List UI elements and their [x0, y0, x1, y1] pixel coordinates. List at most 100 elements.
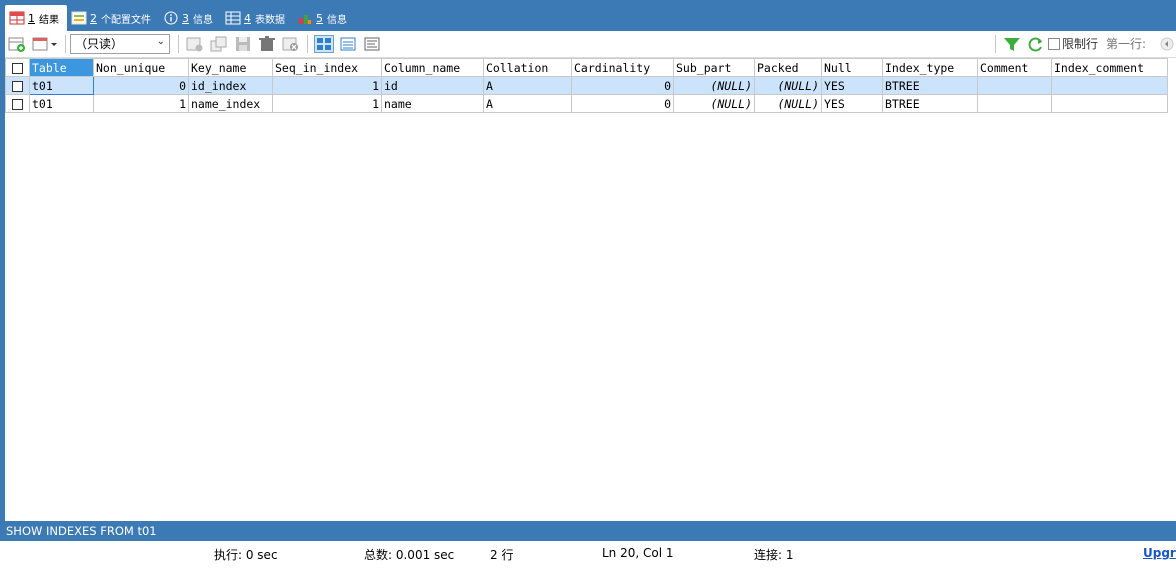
table-result-icon [9, 11, 25, 25]
tab-result[interactable]: 1 结果 [5, 5, 67, 31]
grid-options-button[interactable] [31, 35, 59, 53]
tab-label: 结果 [39, 14, 59, 26]
row-checkbox[interactable] [12, 80, 23, 92]
select-value: （只读） [75, 37, 124, 51]
tab-number: 2 [90, 11, 97, 25]
column-header-seq-in-index[interactable]: Seq_in_index [272, 58, 382, 77]
table-row[interactable]: t01 0 id_index 1 id A 0 (NULL) (NULL) YE… [5, 76, 1168, 95]
tab-label: 信息 [327, 14, 347, 26]
table-cell[interactable]: name [381, 94, 484, 113]
cancel-changes-button[interactable] [281, 35, 301, 53]
table-cell[interactable] [1051, 94, 1168, 113]
text-view-icon [364, 37, 380, 50]
column-header-column-name[interactable]: Column_name [381, 58, 484, 77]
table-cell[interactable]: 0 [571, 94, 674, 113]
insert-row-icon [186, 37, 203, 51]
tab-table-data[interactable]: 4 表数据 [221, 5, 293, 31]
table-cell[interactable]: 0 [571, 76, 674, 95]
table-cell[interactable] [977, 76, 1052, 95]
table-cell[interactable]: BTREE [882, 76, 978, 95]
cancel-icon [282, 37, 298, 51]
table-cell[interactable]: YES [821, 94, 883, 113]
row-checkbox[interactable] [12, 98, 23, 110]
table-cell[interactable]: 0 [93, 76, 189, 95]
toolbar-right: 限制行 第一行: [991, 31, 1176, 56]
table-cell[interactable]: YES [821, 76, 883, 95]
table-cell[interactable]: (NULL) [754, 94, 822, 113]
save-button[interactable] [233, 35, 253, 53]
column-header-cardinality[interactable]: Cardinality [571, 58, 674, 77]
filter-button[interactable] [1002, 35, 1022, 53]
form-view-button[interactable] [338, 35, 358, 53]
table-cell[interactable]: (NULL) [673, 94, 755, 113]
read-only-mode-select[interactable]: （只读） ⌄ [70, 33, 170, 54]
table-cell[interactable]: id_index [188, 76, 273, 95]
query-text-bar: SHOW INDEXES FROM t01 [0, 521, 1176, 541]
table-cell[interactable] [977, 94, 1052, 113]
tab-number: 4 [244, 11, 251, 25]
column-header-key-name[interactable]: Key_name [188, 58, 273, 77]
column-header-table[interactable]: Table [29, 58, 94, 77]
table-cell[interactable]: 1 [272, 94, 382, 113]
profile-icon [71, 11, 87, 25]
tab-label: 信息 [193, 14, 213, 26]
column-header-index-type[interactable]: Index_type [882, 58, 978, 77]
select-all-checkbox[interactable] [12, 62, 23, 74]
table-cell[interactable]: t01 [29, 94, 94, 113]
tab-number: 3 [182, 11, 189, 25]
result-toolbar: （只读） ⌄ 限制行 第一行: [5, 31, 1176, 56]
row-checkbox-cell[interactable] [5, 76, 30, 95]
select-all-checkbox-cell[interactable] [5, 58, 30, 77]
add-row-icon [8, 37, 25, 52]
table-cell[interactable]: 1 [93, 94, 189, 113]
trash-icon [259, 35, 275, 51]
table-cell[interactable]: 1 [272, 76, 382, 95]
column-header-collation[interactable]: Collation [483, 58, 572, 77]
tab-label: 表数据 [255, 14, 285, 26]
delete-button[interactable] [257, 35, 277, 53]
table-row[interactable]: t01 1 name_index 1 name A 0 (NULL) (NULL… [5, 94, 1168, 113]
upgrade-link[interactable]: Upgr [1143, 546, 1176, 560]
previous-page-button[interactable] [1160, 35, 1174, 53]
add-row-button[interactable] [7, 35, 27, 53]
limit-rows-checkbox[interactable] [1047, 37, 1060, 50]
table-cell[interactable]: (NULL) [754, 76, 822, 95]
column-header-comment[interactable]: Comment [977, 58, 1052, 77]
row-checkbox-cell[interactable] [5, 94, 30, 113]
column-header-packed[interactable]: Packed [754, 58, 822, 77]
tab-profile[interactable]: 2 个配置文件 [67, 5, 159, 31]
table-cell[interactable]: name_index [188, 94, 273, 113]
duplicate-row-icon [210, 36, 227, 51]
table-cell[interactable]: BTREE [882, 94, 978, 113]
toolbar-separator [307, 34, 308, 53]
insert-row-button[interactable] [185, 35, 205, 53]
result-tabs: 1 结果 2 个配置文件 3 信息 4 表数据 5 信息 [5, 5, 355, 31]
column-header-null[interactable]: Null [821, 58, 883, 77]
filter-icon [1003, 37, 1020, 51]
info-icon [163, 11, 179, 25]
table-cell[interactable]: (NULL) [673, 76, 755, 95]
refresh-button[interactable] [1026, 35, 1046, 53]
tab-info[interactable]: 3 信息 [159, 5, 221, 31]
column-header-non-unique[interactable]: Non_unique [93, 58, 189, 77]
table-cell[interactable] [1051, 76, 1168, 95]
column-header-sub-part[interactable]: Sub_part [673, 58, 755, 77]
tab-number: 5 [316, 11, 323, 25]
table-cell[interactable]: A [483, 76, 572, 95]
refresh-icon [1028, 37, 1042, 51]
table-data-icon [225, 11, 241, 25]
query-text: SHOW INDEXES FROM t01 [6, 524, 157, 538]
toolbar-separator [178, 34, 179, 53]
column-header-index-comment[interactable]: Index_comment [1051, 58, 1168, 77]
grid-view-button[interactable] [314, 34, 334, 53]
table-cell[interactable]: A [483, 94, 572, 113]
duplicate-row-button[interactable] [209, 35, 229, 53]
cursor-position: Ln 20, Col 1 [602, 546, 674, 560]
result-grid: Table Non_unique Key_name Seq_in_index C… [5, 57, 1176, 521]
table-cell[interactable]: id [381, 76, 484, 95]
form-view-icon [340, 37, 356, 50]
tab-info-2[interactable]: 5 信息 [293, 5, 355, 31]
tab-label: 个配置文件 [101, 14, 151, 26]
text-view-button[interactable] [362, 35, 382, 53]
table-cell[interactable]: t01 [29, 76, 94, 95]
